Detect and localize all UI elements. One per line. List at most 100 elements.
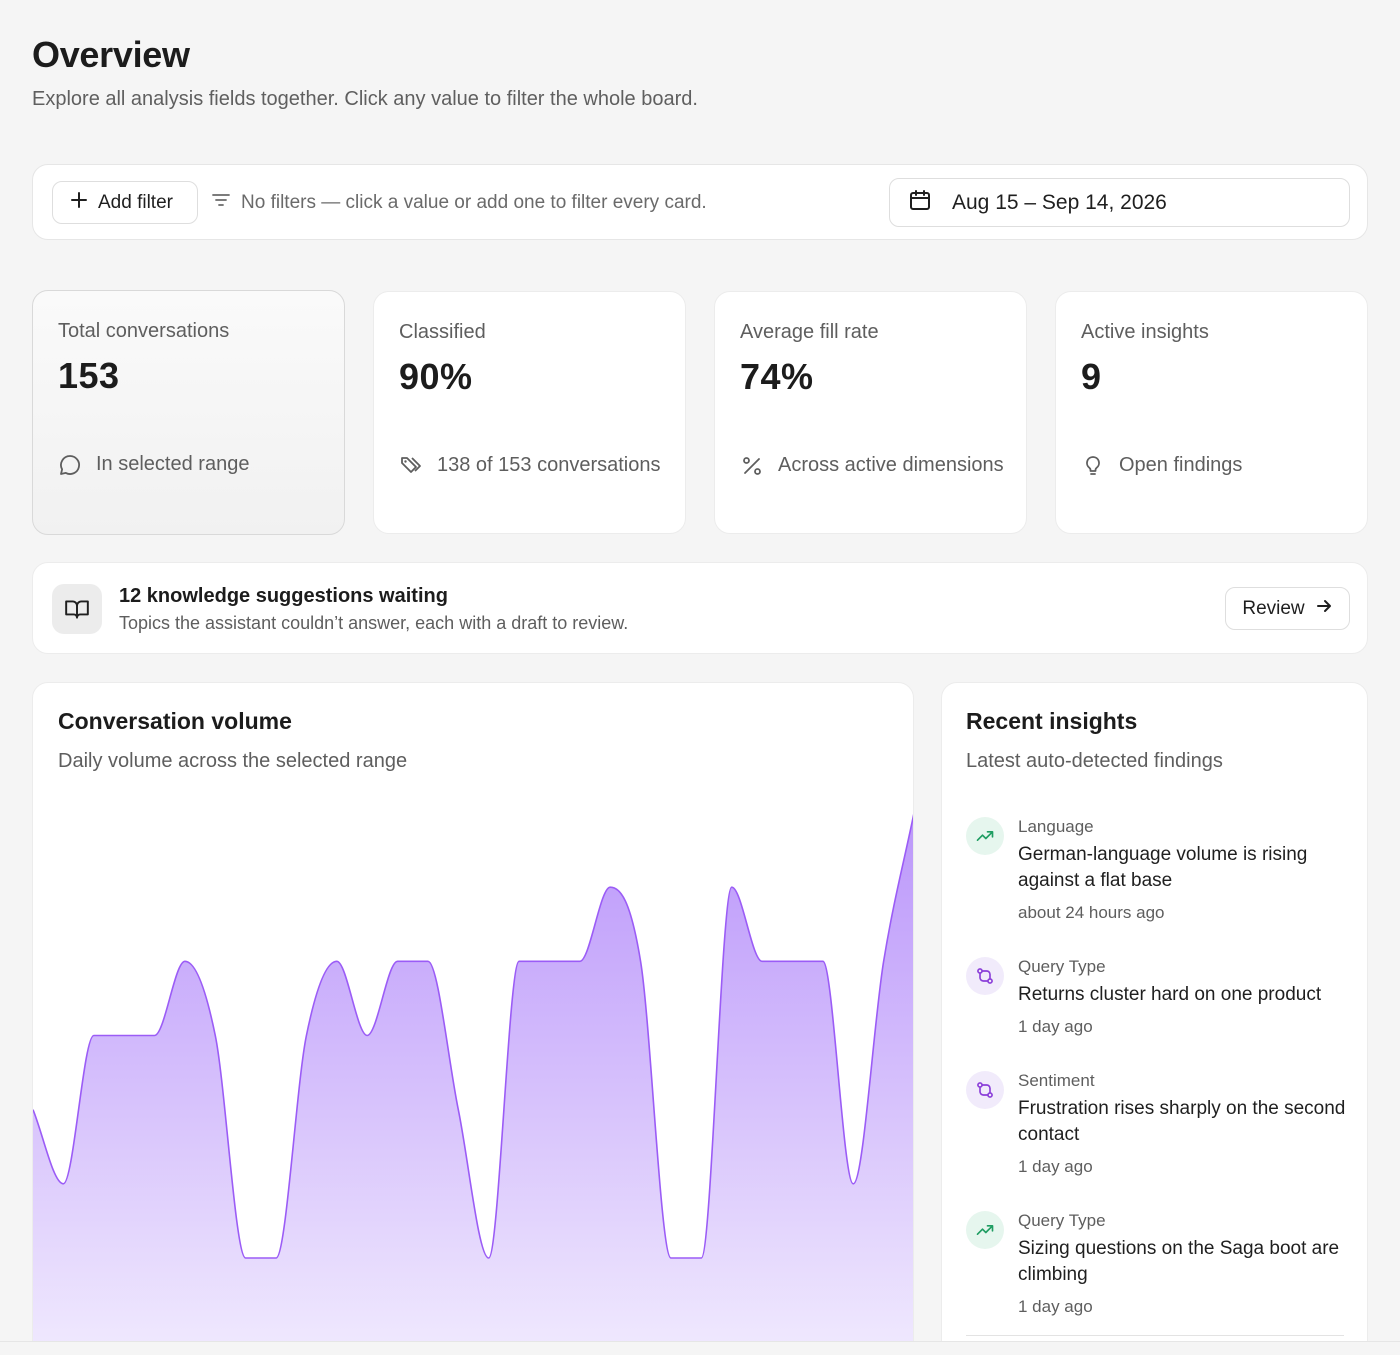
- card-title: Recent insights: [966, 708, 1138, 734]
- volume-point[interactable]: [878, 955, 890, 967]
- volume-point[interactable]: [574, 955, 586, 967]
- trending-up-icon: [966, 817, 1004, 855]
- page-bottom-edge: [0, 1341, 1400, 1355]
- stat-value: 9: [1081, 356, 1102, 397]
- filter-lines-icon: [211, 191, 231, 215]
- banner-subtitle: Topics the assistant couldn’t answer, ea…: [119, 613, 629, 633]
- git-compare-icon: [966, 957, 1004, 995]
- message-circle-icon: [58, 453, 82, 487]
- volume-point[interactable]: [452, 1104, 464, 1116]
- stat-foot-text: Open findings: [1119, 454, 1243, 476]
- divider: [966, 1335, 1344, 1336]
- volume-area-fill: [33, 817, 913, 1355]
- stat-card-active-insights[interactable]: Active insights 9 Open findings: [1055, 291, 1368, 534]
- insight-time: 1 day ago: [1018, 1297, 1093, 1316]
- percent-icon: [740, 454, 764, 488]
- insight-text: German-language volume is rising against…: [1018, 844, 1308, 891]
- recent-insights-card: Recent insights Latest auto-detected fin…: [941, 682, 1368, 1355]
- stat-card-classified[interactable]: Classified 90% 138 of 153 conversations: [373, 291, 686, 534]
- stat-foot: Open findings: [1081, 450, 1351, 488]
- insight-item[interactable]: Query Type Returns cluster hard on one p…: [966, 957, 1346, 1037]
- arrow-right-icon: [1315, 597, 1333, 621]
- volume-point[interactable]: [543, 955, 555, 967]
- stat-label: Total conversations: [58, 320, 230, 342]
- volume-point[interactable]: [331, 955, 343, 967]
- volume-point[interactable]: [756, 955, 768, 967]
- volume-point[interactable]: [665, 1252, 677, 1264]
- trending-up-icon: [966, 1211, 1004, 1249]
- insight-category: Query Type: [1018, 957, 1106, 976]
- stat-label: Average fill rate: [740, 321, 879, 343]
- lightbulb-icon: [1081, 454, 1105, 488]
- volume-point[interactable]: [300, 1030, 312, 1042]
- banner-title: 12 knowledge suggestions waiting: [119, 585, 448, 607]
- volume-point[interactable]: [179, 955, 191, 967]
- insight-text: Sizing questions on the Saga boot are cl…: [1018, 1238, 1340, 1285]
- stat-card-average-fill-rate[interactable]: Average fill rate 74% Across active dime…: [714, 291, 1027, 534]
- stat-foot: Across active dimensions: [740, 450, 1010, 488]
- git-compare-icon: [966, 1071, 1004, 1109]
- review-button[interactable]: Review: [1225, 587, 1350, 630]
- insight-item[interactable]: Query Type Sizing questions on the Saga …: [966, 1211, 1346, 1321]
- book-open-icon: [52, 584, 102, 634]
- volume-point[interactable]: [361, 1030, 373, 1042]
- filter-bar: Add filter No filters — click a value or…: [32, 164, 1368, 240]
- date-range-picker[interactable]: Aug 15 – Sep 14, 2026: [889, 178, 1350, 227]
- filter-hint: No filters — click a value or add one to…: [211, 191, 707, 215]
- insight-item[interactable]: Language German-language volume is risin…: [966, 817, 1346, 927]
- volume-point[interactable]: [908, 807, 914, 819]
- knowledge-suggestions-banner: 12 knowledge suggestions waiting Topics …: [32, 562, 1368, 654]
- add-filter-label: Add filter: [98, 191, 173, 213]
- volume-area-chart: [33, 807, 914, 1355]
- stat-value: 90%: [399, 356, 473, 397]
- stat-value: 74%: [740, 356, 814, 397]
- volume-point[interactable]: [240, 1252, 252, 1264]
- stat-foot: 138 of 153 conversations: [399, 450, 669, 488]
- volume-point[interactable]: [149, 1030, 161, 1042]
- volume-point[interactable]: [483, 1252, 495, 1264]
- page-title: Overview: [32, 34, 190, 75]
- stat-value: 153: [58, 355, 120, 396]
- volume-point[interactable]: [88, 1030, 100, 1042]
- card-title: Conversation volume: [58, 708, 292, 734]
- volume-point[interactable]: [57, 1178, 69, 1190]
- volume-point[interactable]: [209, 1030, 221, 1042]
- stat-foot-text: 138 of 153 conversations: [437, 454, 661, 476]
- stat-foot-text: In selected range: [96, 453, 250, 475]
- tags-icon: [399, 454, 423, 488]
- review-button-label: Review: [1242, 597, 1305, 619]
- insight-text: Frustration rises sharply on the second …: [1018, 1098, 1346, 1145]
- insight-time: 1 day ago: [1018, 1157, 1093, 1176]
- stat-label: Classified: [399, 321, 486, 343]
- date-range-value: Aug 15 – Sep 14, 2026: [952, 190, 1167, 214]
- volume-point[interactable]: [695, 1252, 707, 1264]
- insight-item[interactable]: Sentiment Frustration rises sharply on t…: [966, 1071, 1346, 1181]
- insight-time: 1 day ago: [1018, 1017, 1093, 1036]
- plus-icon: [70, 191, 88, 215]
- conversation-volume-card: Conversation volume Daily volume across …: [32, 682, 914, 1355]
- filter-hint-text: No filters — click a value or add one to…: [241, 192, 707, 213]
- volume-point[interactable]: [635, 955, 647, 967]
- volume-point[interactable]: [270, 1252, 282, 1264]
- volume-point[interactable]: [513, 955, 525, 967]
- insight-category: Sentiment: [1018, 1071, 1095, 1090]
- volume-point[interactable]: [786, 955, 798, 967]
- volume-point[interactable]: [422, 955, 434, 967]
- card-subtitle: Daily volume across the selected range: [58, 750, 408, 772]
- volume-point[interactable]: [392, 955, 404, 967]
- stat-foot-text: Across active dimensions: [778, 454, 1004, 476]
- volume-point[interactable]: [604, 881, 616, 893]
- insight-category: Language: [1018, 817, 1094, 836]
- calendar-icon: [908, 188, 932, 218]
- volume-point[interactable]: [726, 881, 738, 893]
- card-subtitle: Latest auto-detected findings: [966, 750, 1223, 772]
- volume-point[interactable]: [817, 955, 829, 967]
- volume-point[interactable]: [847, 1178, 859, 1190]
- volume-point[interactable]: [118, 1030, 130, 1042]
- add-filter-button[interactable]: Add filter: [52, 181, 198, 224]
- volume-point[interactable]: [33, 1104, 39, 1116]
- stat-foot: In selected range: [58, 449, 328, 487]
- stat-label: Active insights: [1081, 321, 1209, 343]
- stat-card-total-conversations[interactable]: Total conversations 153 In selected rang…: [32, 290, 345, 535]
- page-subtitle: Explore all analysis fields together. Cl…: [32, 88, 698, 110]
